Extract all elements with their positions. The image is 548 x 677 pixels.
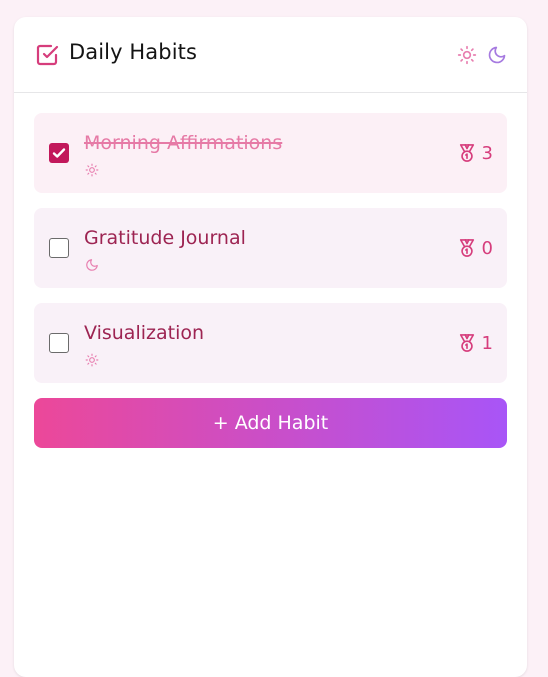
sun-icon bbox=[85, 353, 99, 367]
habit-checkbox[interactable] bbox=[49, 143, 69, 163]
streak-count: 0 bbox=[481, 237, 493, 259]
medal-icon bbox=[459, 144, 474, 162]
streak-badge: 3 bbox=[458, 142, 493, 164]
card-header: Daily Habits bbox=[14, 17, 527, 93]
sun-icon[interactable] bbox=[457, 45, 477, 65]
page-title: Daily Habits bbox=[69, 40, 198, 64]
streak-badge: 1 bbox=[458, 332, 493, 354]
moon-icon bbox=[86, 259, 98, 271]
medal-icon bbox=[459, 239, 474, 257]
moon-icon[interactable] bbox=[487, 45, 507, 65]
habit-name: Morning Affirmations bbox=[84, 132, 283, 154]
sun-icon bbox=[85, 163, 99, 177]
habit-item: Gratitude Journal 0 bbox=[34, 208, 507, 288]
habit-name: Gratitude Journal bbox=[84, 227, 246, 249]
habits-card: Daily Habits Morning Affirmations 3 Grat… bbox=[14, 17, 527, 677]
habit-checkbox[interactable] bbox=[49, 238, 69, 258]
streak-badge: 0 bbox=[458, 237, 493, 259]
habit-list: Morning Affirmations 3 Gratitude Journal bbox=[34, 113, 507, 398]
habit-item: Morning Affirmations 3 bbox=[34, 113, 507, 193]
add-habit-button[interactable]: + Add Habit bbox=[34, 398, 507, 448]
habit-name: Visualization bbox=[84, 322, 205, 344]
habit-item: Visualization 1 bbox=[34, 303, 507, 383]
check-square-icon bbox=[36, 44, 59, 66]
medal-icon bbox=[459, 334, 474, 352]
habit-checkbox[interactable] bbox=[49, 333, 69, 353]
streak-count: 1 bbox=[481, 332, 493, 354]
streak-count: 3 bbox=[481, 142, 493, 164]
